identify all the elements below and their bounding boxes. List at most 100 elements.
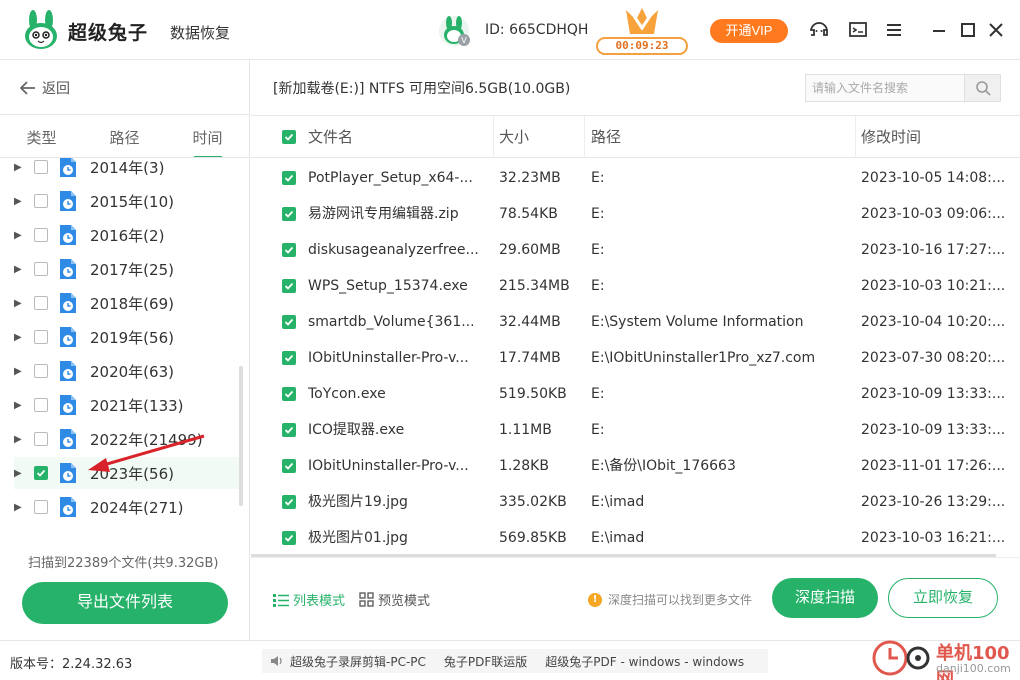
table-row[interactable]: 极光图片19.jpg 335.02KB E:\imad 2023-10-26 13:2…: [251, 484, 1020, 520]
list-mode-label: 列表模式: [293, 594, 346, 609]
year-checkbox[interactable]: [34, 500, 48, 514]
expand-caret-icon[interactable]: ▶: [14, 298, 28, 309]
year-checkbox[interactable]: [34, 262, 48, 276]
year-node[interactable]: ▶ 2014年(3): [14, 158, 240, 183]
row-checkbox[interactable]: [282, 315, 296, 329]
expand-caret-icon[interactable]: ▶: [14, 162, 28, 173]
menu-icon[interactable]: [882, 18, 906, 42]
expand-caret-icon[interactable]: ▶: [14, 434, 28, 445]
year-node[interactable]: ▶ 2016年(2): [14, 219, 240, 251]
search-icon: [975, 81, 991, 96]
select-all-checkbox[interactable]: [282, 130, 296, 144]
expand-caret-icon[interactable]: ▶: [14, 264, 28, 275]
year-checkbox[interactable]: [34, 160, 48, 174]
recover-now-button[interactable]: 立即恢复: [888, 578, 998, 618]
news-item[interactable]: 超级兔子录屏剪辑-PC-PC: [290, 653, 426, 670]
search-button[interactable]: [964, 75, 1000, 101]
volume-info: [新加载卷(E:)] NTFS 可用空间6.5GB(10.0GB): [273, 81, 571, 97]
feedback-icon[interactable]: [846, 18, 870, 42]
clock-file-icon: [60, 361, 76, 381]
table-row[interactable]: WPS_Setup_15374.exe 215.34MB E: 2023-10-03 …: [251, 268, 1020, 304]
year-checkbox[interactable]: [34, 432, 48, 446]
cell-mtime: 2023-11-01 17:26:...: [861, 458, 1006, 474]
row-checkbox[interactable]: [282, 243, 296, 257]
expand-caret-icon[interactable]: ▶: [14, 502, 28, 513]
tab-time[interactable]: 时间: [166, 126, 249, 158]
row-checkbox[interactable]: [282, 459, 296, 473]
expand-caret-icon[interactable]: ▶: [14, 196, 28, 207]
year-checkbox[interactable]: [34, 194, 48, 208]
tab-type[interactable]: 类型: [0, 126, 83, 158]
row-checkbox[interactable]: [282, 495, 296, 509]
export-file-list-button[interactable]: 导出文件列表: [22, 582, 228, 624]
column-header-name[interactable]: 文件名: [308, 116, 353, 158]
year-node[interactable]: ▶ 2019年(56): [14, 321, 240, 353]
row-checkbox[interactable]: [282, 531, 296, 545]
open-vip-button[interactable]: 开通VIP: [710, 19, 788, 43]
minimize-icon[interactable]: [927, 18, 951, 42]
row-checkbox[interactable]: [282, 423, 296, 437]
year-label: 2024年(271): [90, 498, 184, 517]
customer-service-icon[interactable]: [807, 18, 831, 42]
expand-caret-icon[interactable]: ▶: [14, 332, 28, 343]
year-checkbox[interactable]: [34, 228, 48, 242]
year-checkbox[interactable]: [34, 296, 48, 310]
year-checkbox[interactable]: [34, 364, 48, 378]
cell-path: E:: [591, 278, 605, 294]
year-node[interactable]: ▶ 2023年(56): [14, 457, 240, 489]
sidebar-scrollbar[interactable]: [239, 366, 243, 506]
table-row[interactable]: IObitUninstaller-Pro-v... 1.28KB E:\备份\IOb…: [251, 448, 1020, 484]
user-id: ID: 665CDHQH: [485, 22, 589, 38]
year-node[interactable]: ▶ 2017年(25): [14, 253, 240, 285]
maximize-icon[interactable]: [956, 18, 980, 42]
status-bar: 版本号：2.24.32.63 超级兔子录屏剪辑-PC-PC 兔子PDF联运版 超…: [0, 640, 1020, 680]
news-item[interactable]: 超级兔子PDF - windows - windows: [545, 653, 744, 670]
table-row[interactable]: IObitUninstaller-Pro-v... 17.74MB E:\IObit…: [251, 340, 1020, 376]
year-node[interactable]: ▶ 2022年(21499): [14, 423, 240, 455]
search-input[interactable]: [806, 75, 966, 101]
table-row[interactable]: diskusageanalyzerfree... 29.60MB E: 2023-10…: [251, 232, 1020, 268]
clock-file-icon: [60, 259, 76, 279]
row-checkbox[interactable]: [282, 387, 296, 401]
column-header-size[interactable]: 大小: [499, 116, 529, 158]
year-node[interactable]: ▶ 2020年(63): [14, 355, 240, 387]
list-mode-button[interactable]: 列表模式: [273, 590, 345, 609]
year-label: 2017年(25): [90, 260, 174, 279]
row-checkbox[interactable]: [282, 207, 296, 221]
year-checkbox[interactable]: [34, 466, 48, 480]
user-avatar[interactable]: V: [438, 14, 472, 48]
expand-caret-icon[interactable]: ▶: [14, 400, 28, 411]
column-header-mtime[interactable]: 修改时间: [861, 116, 921, 158]
deep-scan-button[interactable]: 深度扫描: [772, 578, 878, 618]
year-node[interactable]: ▶ 2021年(133): [14, 389, 240, 421]
column-header-path[interactable]: 路径: [591, 116, 621, 158]
cell-path: E:\IObitUninstaller1Pro_xz7.com: [591, 350, 816, 366]
year-node[interactable]: ▶ 2024年(271): [14, 491, 240, 520]
table-row[interactable]: ICO提取器.exe 1.11MB E: 2023-10-09 13:33:...: [251, 412, 1020, 448]
year-checkbox[interactable]: [34, 398, 48, 412]
table-row[interactable]: 极光图片01.jpg 569.85KB E:\imad 2023-10-03 16:2…: [251, 520, 1020, 555]
table-row[interactable]: ToYcon.exe 519.50KB E: 2023-10-09 13:33:...: [251, 376, 1020, 412]
year-node[interactable]: ▶ 2015年(10): [14, 185, 240, 217]
row-checkbox[interactable]: [282, 351, 296, 365]
row-checkbox[interactable]: [282, 279, 296, 293]
tab-path[interactable]: 路径: [83, 126, 166, 158]
table-row[interactable]: PotPlayer_Setup_x64-... 32.23MB E: 2023-10-…: [251, 160, 1020, 196]
year-node[interactable]: ▶ 2018年(69): [14, 287, 240, 319]
table-row[interactable]: 易游网讯专用编辑器.zip 78.54KB E: 2023-10-03 09:06:.…: [251, 196, 1020, 232]
grid-icon: [359, 592, 374, 607]
expand-caret-icon[interactable]: ▶: [14, 468, 28, 479]
close-icon[interactable]: [984, 18, 1008, 42]
expand-caret-icon[interactable]: ▶: [14, 366, 28, 377]
preview-mode-button[interactable]: 预览模式: [359, 590, 430, 609]
column-separator: [855, 116, 856, 158]
expand-caret-icon[interactable]: ▶: [14, 230, 28, 241]
cell-mtime: 2023-10-26 13:29:...: [861, 494, 1006, 510]
search-box: [805, 74, 1001, 102]
back-button[interactable]: 返回: [20, 78, 70, 98]
table-row[interactable]: smartdb_Volume{361... 32.44MB E:\System Vo…: [251, 304, 1020, 340]
year-checkbox[interactable]: [34, 330, 48, 344]
sidebar: 返回 类型 路径 时间 ▶ 2014年(3) ▶ 2015年(10) ▶ 2016年(2)…: [0, 60, 250, 640]
news-item[interactable]: 兔子PDF联运版: [444, 653, 527, 670]
row-checkbox[interactable]: [282, 171, 296, 185]
